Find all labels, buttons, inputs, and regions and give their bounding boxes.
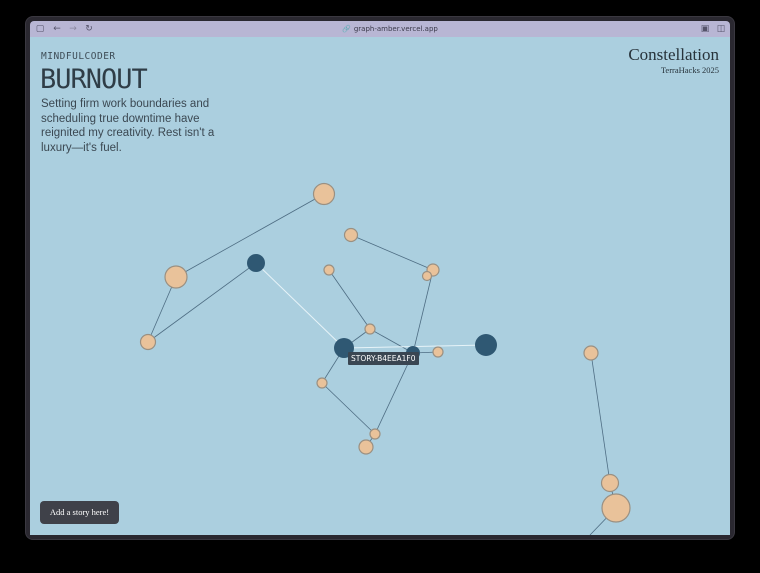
graph-node[interactable]: [343, 227, 359, 243]
graph-node[interactable]: [364, 323, 376, 335]
graph-node[interactable]: [139, 333, 157, 351]
story-username: MINDFULCODER: [41, 51, 116, 62]
sidebar-icon[interactable]: ▢: [35, 24, 45, 34]
graph-node[interactable]: [432, 346, 444, 358]
graph-node-active[interactable]: [475, 334, 497, 356]
graph-node-active[interactable]: [247, 254, 265, 272]
graph-node[interactable]: [600, 473, 620, 493]
add-story-button[interactable]: Add a story here!: [40, 501, 119, 524]
graph-edge-highlight: [255, 262, 345, 349]
graph-node[interactable]: [312, 182, 336, 206]
graph-edge: [328, 269, 371, 330]
graph-nodes-dark[interactable]: [247, 254, 497, 360]
brand-title: Constellation: [628, 45, 719, 64]
graph-node[interactable]: [358, 439, 374, 455]
graph-node[interactable]: [583, 345, 599, 361]
back-arrow-icon[interactable]: ←: [52, 24, 62, 34]
graph-node[interactable]: [316, 377, 328, 389]
reload-icon[interactable]: ↻: [84, 24, 94, 34]
graph-node[interactable]: [421, 270, 433, 282]
graph-edge: [350, 234, 434, 271]
extension-icon[interactable]: ▣: [700, 24, 710, 34]
graph-edges-highlighted: [255, 262, 487, 349]
browser-toolbar: ▢ ← → ↻ 🔗 graph-amber.vercel.app ▣ ◫: [30, 21, 730, 37]
graph-node[interactable]: [369, 428, 381, 440]
brand-subtitle: TerraHacks 2025: [660, 65, 719, 75]
url-text: graph-amber.vercel.app: [353, 25, 438, 33]
address-bar[interactable]: 🔗 graph-amber.vercel.app: [330, 23, 450, 35]
graph-edge: [147, 262, 257, 343]
graph-edge: [321, 382, 376, 435]
graph-node[interactable]: [323, 264, 335, 276]
graph-edge: [374, 352, 414, 435]
forward-arrow-icon[interactable]: →: [68, 24, 78, 34]
story-text: Setting firm work boundaries and schedul…: [41, 98, 215, 154]
graph-edge: [590, 352, 611, 484]
graph-node[interactable]: [601, 493, 631, 523]
graph-node[interactable]: [164, 265, 188, 289]
graph-edge: [412, 269, 434, 354]
node-tooltip: STORY-B4EEA1F0: [348, 352, 419, 365]
browser-window: ▢ ← → ↻ 🔗 graph-amber.vercel.app ▣ ◫ MIN…: [26, 17, 734, 539]
brand: Constellation TerraHacks 2025: [628, 45, 719, 76]
page-content: MINDFULCODER BURNOUT Setting firm work b…: [30, 37, 730, 535]
graph-edge: [369, 328, 414, 354]
story-emotion: BURNOUT: [40, 64, 148, 95]
link-icon: 🔗: [342, 25, 351, 33]
split-view-icon[interactable]: ◫: [716, 24, 726, 34]
